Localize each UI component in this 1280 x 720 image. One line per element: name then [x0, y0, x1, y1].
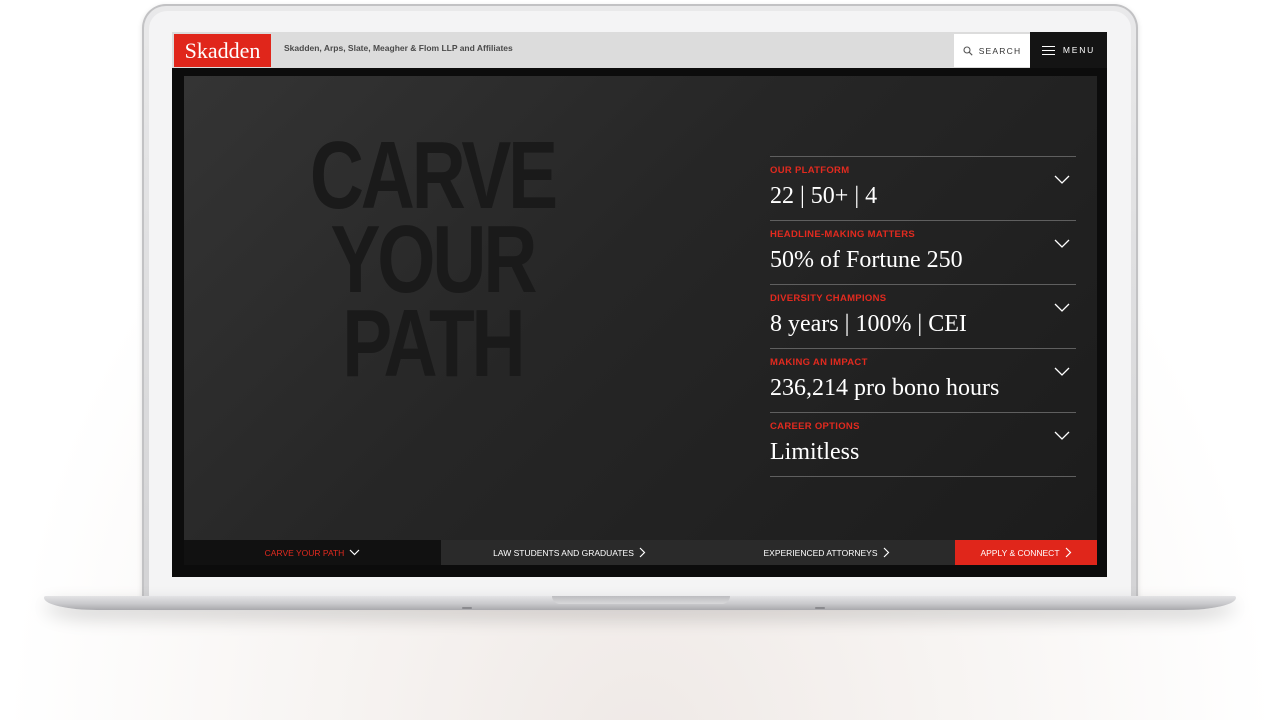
stat-item-platform[interactable]: OUR PLATFORM 22 | 50+ | 4: [770, 157, 1076, 221]
firm-name: Skadden, Arps, Slate, Meagher & Flom LLP…: [284, 43, 513, 53]
search-icon: [963, 45, 973, 56]
chevron-right-icon: [1065, 547, 1071, 558]
stat-label: HEADLINE-MAKING MATTERS: [770, 229, 915, 240]
nav-label: LAW STUDENTS AND GRADUATES: [493, 547, 634, 558]
nav-experienced-attorneys[interactable]: EXPERIENCED ATTORNEYS: [698, 540, 955, 565]
stat-item-impact[interactable]: MAKING AN IMPACT 236,214 pro bono hours: [770, 349, 1076, 413]
hero-headline: CARVE YOUR PATH: [292, 128, 573, 397]
chevron-right-icon: [883, 547, 889, 558]
chevron-down-icon[interactable]: [1054, 303, 1070, 313]
stat-label: MAKING AN IMPACT: [770, 357, 868, 368]
stat-item-headline-matters[interactable]: HEADLINE-MAKING MATTERS 50% of Fortune 2…: [770, 221, 1076, 285]
chevron-down-icon[interactable]: [1054, 367, 1070, 377]
stat-label: OUR PLATFORM: [770, 165, 850, 176]
chevron-down-icon: [349, 549, 360, 556]
hero-headline-line: PATH: [342, 290, 525, 397]
laptop-foot: [462, 607, 472, 609]
nav-apply-connect[interactable]: APPLY & CONNECT: [955, 540, 1097, 565]
hamburger-icon: [1041, 45, 1055, 55]
chevron-down-icon[interactable]: [1054, 431, 1070, 441]
hero-section: CARVE YOUR PATH OUR PLATFORM 22 | 50+ | …: [184, 76, 1097, 540]
stats-accordion: OUR PLATFORM 22 | 50+ | 4 HEADLINE-MAKIN…: [770, 156, 1076, 477]
stat-value: 22 | 50+ | 4: [770, 183, 878, 209]
stat-value: 8 years | 100% | CEI: [770, 311, 967, 337]
chevron-right-icon: [639, 547, 646, 558]
menu-label: MENU: [1062, 45, 1096, 55]
stat-label: CAREER OPTIONS: [770, 421, 860, 432]
bottom-nav: CARVE YOUR PATH LAW STUDENTS AND GRADUAT…: [184, 540, 1097, 565]
nav-label: EXPERIENCED ATTORNEYS: [763, 547, 878, 558]
laptop-notch: [552, 596, 730, 604]
stat-value: Limitless: [770, 439, 860, 465]
skadden-logo[interactable]: Skadden: [174, 34, 271, 67]
search-label: SEARCH: [978, 45, 1022, 56]
nav-carve-your-path[interactable]: CARVE YOUR PATH: [184, 540, 441, 565]
laptop-foot: [815, 607, 825, 609]
nav-law-students[interactable]: LAW STUDENTS AND GRADUATES: [441, 540, 698, 565]
search-button[interactable]: SEARCH: [954, 34, 1030, 67]
stat-item-career[interactable]: CAREER OPTIONS Limitless: [770, 413, 1076, 477]
nav-label: APPLY & CONNECT: [980, 547, 1060, 558]
chevron-down-icon[interactable]: [1054, 175, 1070, 185]
stat-label: DIVERSITY CHAMPIONS: [770, 293, 887, 304]
nav-label: CARVE YOUR PATH: [264, 547, 345, 558]
stat-value: 50% of Fortune 250: [770, 247, 963, 273]
stat-item-diversity[interactable]: DIVERSITY CHAMPIONS 8 years | 100% | CEI: [770, 285, 1076, 349]
menu-button[interactable]: MENU: [1030, 32, 1107, 68]
stat-value: 236,214 pro bono hours: [770, 375, 1000, 401]
chevron-down-icon[interactable]: [1054, 239, 1070, 249]
site-header: Skadden Skadden, Arps, Slate, Meagher & …: [172, 32, 1107, 68]
laptop-screen: Skadden Skadden, Arps, Slate, Meagher & …: [172, 32, 1107, 577]
